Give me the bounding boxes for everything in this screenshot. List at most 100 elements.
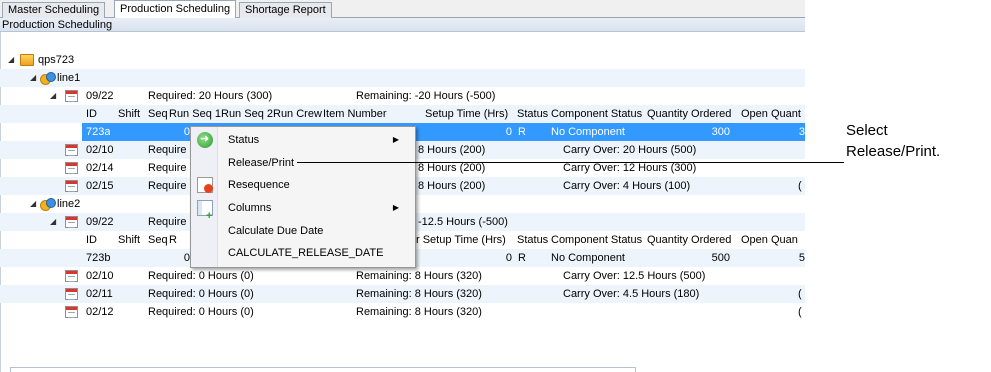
row-date: 02/14 <box>86 162 114 174</box>
cell-seq: 0 <box>183 126 190 138</box>
column-header-row: ID Shift Seq Run Seq 1 Run Seq 2 Run Cre… <box>0 105 805 123</box>
col-seq[interactable]: Seq <box>148 231 168 249</box>
row-required: Require <box>148 180 187 192</box>
tree-node-root[interactable]: ◢ qps723 <box>0 51 805 69</box>
menu-item-label: Columns <box>228 202 272 214</box>
col-status[interactable]: Status <box>517 231 548 249</box>
row-tail: ( <box>798 180 802 192</box>
expand-triangle-icon[interactable]: ◢ <box>8 51 16 69</box>
group-remaining: Remaining: -20 Hours (-500) <box>356 90 496 102</box>
row-carry-over: Carry Over: 12.5 Hours (500) <box>563 270 706 282</box>
col-run-crew[interactable]: Run Crew <box>273 105 322 123</box>
row-remaining: 8 Hours (200) <box>418 180 486 192</box>
col-id[interactable]: ID <box>86 105 97 123</box>
cell-open: 5 <box>798 252 805 264</box>
col-setup-time[interactable]: r Setup Time (Hrs) <box>416 231 506 249</box>
calendar-icon <box>65 216 78 228</box>
section-title: Production Scheduling <box>0 18 805 32</box>
col-setup-time[interactable]: Setup Time (Hrs) <box>425 105 508 123</box>
col-seq[interactable]: Seq <box>148 105 168 123</box>
tree-node-line1[interactable]: ◢ line1 <box>0 69 805 87</box>
row-date: 02/12 <box>86 306 114 318</box>
menu-item-calculate-release-date[interactable]: CALCULATE_RELEASE_DATE <box>193 242 413 264</box>
row-tail: ( <box>798 288 802 300</box>
group-date: 09/22 <box>86 216 114 228</box>
col-component-status[interactable]: Component Status <box>551 105 642 123</box>
group-row-line1-0922[interactable]: ◢ 09/22 Required: 20 Hours (300) Remaini… <box>0 87 805 105</box>
expand-triangle-icon[interactable]: ◢ <box>50 213 58 231</box>
row-remaining: Remaining: 8 Hours (320) <box>356 288 482 300</box>
row-date: 02/10 <box>86 270 114 282</box>
cell-id: 723b <box>86 252 111 264</box>
expand-triangle-icon[interactable]: ◢ <box>30 195 38 213</box>
expand-triangle-icon[interactable]: ◢ <box>50 87 58 105</box>
callout-leader-line <box>297 162 844 163</box>
calendar-icon <box>65 90 78 102</box>
col-shift[interactable]: Shift <box>118 231 140 249</box>
calendar-icon <box>65 306 78 318</box>
line-label: line1 <box>57 72 81 84</box>
submenu-arrow-icon: ▶ <box>392 135 399 144</box>
col-item-number[interactable]: Item Number <box>323 105 387 123</box>
horizontal-scrollbar[interactable] <box>10 367 636 372</box>
list-item[interactable]: 02/12 Required: 0 Hours (0) Remaining: 8… <box>0 303 805 321</box>
row-carry-over: Carry Over: 4 Hours (100) <box>563 180 691 192</box>
cell-qty-ordered: 500 <box>711 252 730 264</box>
calendar-icon <box>65 144 78 156</box>
list-item[interactable]: 02/10 Required: 0 Hours (0) Remaining: 8… <box>0 267 805 285</box>
line-label: line2 <box>57 198 81 210</box>
root-label: qps723 <box>38 54 75 66</box>
row-remaining: 8 Hours (200) <box>418 144 486 156</box>
group-remaining: -12.5 Hours (-500) <box>418 216 508 228</box>
cell-seq: 0 <box>183 252 190 264</box>
cell-setup: 0 <box>505 252 512 264</box>
col-id[interactable]: ID <box>86 231 97 249</box>
tab-production-scheduling[interactable]: Production Scheduling <box>114 0 237 19</box>
tab-master-scheduling[interactable]: Master Scheduling <box>2 2 106 18</box>
cell-status: R <box>518 252 526 264</box>
col-status[interactable]: Status <box>517 105 548 123</box>
menu-item-label: Release/Print <box>228 157 295 169</box>
col-shift[interactable]: Shift <box>118 105 140 123</box>
cell-setup: 0 <box>505 126 512 138</box>
folder-icon <box>20 54 34 66</box>
columns-icon <box>197 200 213 227</box>
menu-item-columns[interactable]: Columns ▶ <box>193 197 413 227</box>
calendar-icon <box>65 270 78 282</box>
menu-item-status[interactable]: Status ▶ <box>193 129 413 151</box>
cell-qty-ordered: 300 <box>711 126 730 138</box>
col-quantity-ordered[interactable]: Quantity Ordered <box>647 105 731 123</box>
callout-line-1: Select <box>846 122 888 139</box>
col-component-status[interactable]: Component Status <box>551 231 642 249</box>
calendar-icon <box>65 180 78 192</box>
row-carry-over: Carry Over: 4.5 Hours (180) <box>563 288 700 300</box>
callout-line-2: Release/Print. <box>846 143 941 160</box>
menu-item-release-print[interactable]: Release/Print <box>193 152 413 174</box>
expand-triangle-icon[interactable]: ◢ <box>30 69 38 87</box>
menu-item-label: Resequence <box>228 179 290 191</box>
row-required: Require <box>148 144 187 156</box>
group-date: 09/22 <box>86 90 114 102</box>
col-quantity-ordered[interactable]: Quantity Ordered <box>647 231 731 249</box>
tab-bar: Master Scheduling Production Scheduling … <box>0 0 805 19</box>
row-date: 02/11 <box>86 288 113 300</box>
group-required: Required: 20 Hours (300) <box>148 90 273 102</box>
menu-item-label: Status <box>228 134 260 146</box>
row-carry-over: Carry Over: 20 Hours (500) <box>563 144 697 156</box>
col-open-quantity[interactable]: Open Quan <box>741 231 805 249</box>
col-run-seq[interactable]: R <box>169 231 177 249</box>
row-required: Required: 0 Hours (0) <box>148 270 254 282</box>
row-tail: ( <box>798 306 802 318</box>
col-run-seq-1[interactable]: Run Seq 1 <box>169 105 221 123</box>
tab-shortage-report[interactable]: Shortage Report <box>239 2 332 18</box>
col-open-quantity[interactable]: Open Quant <box>741 105 805 123</box>
row-required: Required: 0 Hours (0) <box>148 288 254 300</box>
menu-item-resequence[interactable]: Resequence <box>193 174 413 196</box>
submenu-arrow-icon: ▶ <box>392 203 399 212</box>
menu-item-calculate-due-date[interactable]: Calculate Due Date <box>193 220 413 242</box>
col-run-seq-2[interactable]: Run Seq 2 <box>221 105 273 123</box>
row-date: 02/10 <box>86 144 114 156</box>
list-item[interactable]: 02/11 Required: 0 Hours (0) Remaining: 8… <box>0 285 805 303</box>
resequence-icon <box>197 177 213 193</box>
group-required: Require <box>148 216 187 228</box>
